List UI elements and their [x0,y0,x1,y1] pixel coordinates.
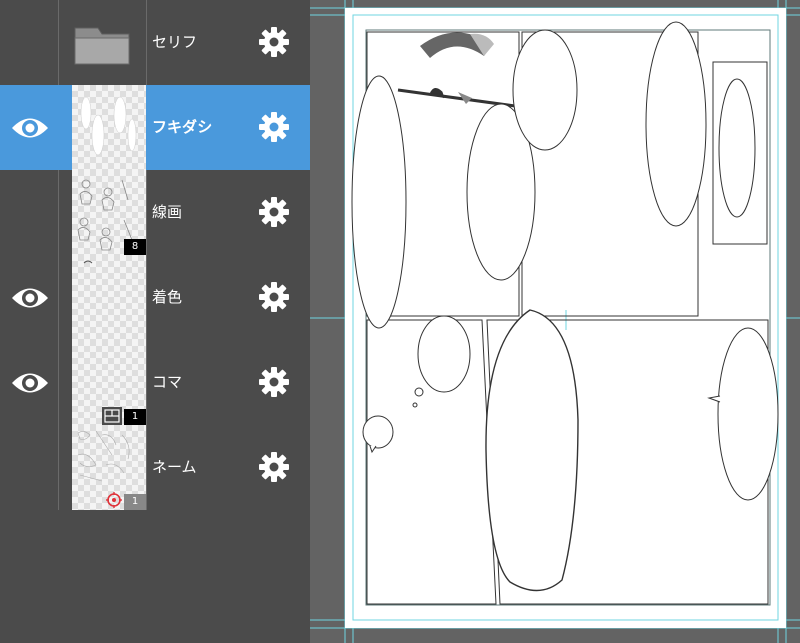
layer-count-badge: 1 [124,494,146,510]
layer-name: フキダシ [152,118,213,136]
layer-thumbnail: 1 [72,340,146,425]
layer-thumbnail: 1 [72,425,146,510]
gear-icon[interactable] [258,366,290,398]
reference-icon [104,491,124,509]
folder-icon [74,27,130,65]
gear-icon[interactable] [258,196,290,228]
layer-thumbnail [72,85,146,170]
layer-name: 着色 [152,288,183,306]
layer-name: 線画 [152,203,183,221]
eye-icon[interactable] [10,281,50,315]
frame-layer-icon [102,407,122,425]
layer-count-badge: 1 [124,409,146,425]
layer-thumbnail [72,0,146,85]
gear-icon[interactable] [258,281,290,313]
eye-icon[interactable] [10,111,50,145]
gear-icon[interactable] [258,451,290,483]
gear-icon[interactable] [258,26,290,58]
layer-name: セリフ [152,33,198,51]
layer-name: ネーム [152,458,197,476]
layer-panel: セリフ フキダシ 8 線画 着色 1 コマ 1 ネーム [0,0,310,643]
layer-thumbnail: 8 [72,170,146,255]
layer-row-fukidashi[interactable]: フキダシ [0,85,310,170]
layer-row-senga[interactable]: 8 線画 [0,170,310,255]
layer-row-chakushoku[interactable]: 着色 [0,255,310,340]
layer-name: コマ [152,373,183,391]
layer-thumbnail [72,255,146,340]
eye-icon[interactable] [10,366,50,400]
manga-page-canvas[interactable] [310,0,800,643]
layer-row-serifu[interactable]: セリフ [0,0,310,85]
layer-row-neemu[interactable]: 1 ネーム [0,425,310,510]
layer-row-koma[interactable]: 1 コマ [0,340,310,425]
gear-icon[interactable] [258,111,290,143]
layer-count-badge: 8 [124,239,146,255]
canvas-area[interactable] [310,0,800,643]
